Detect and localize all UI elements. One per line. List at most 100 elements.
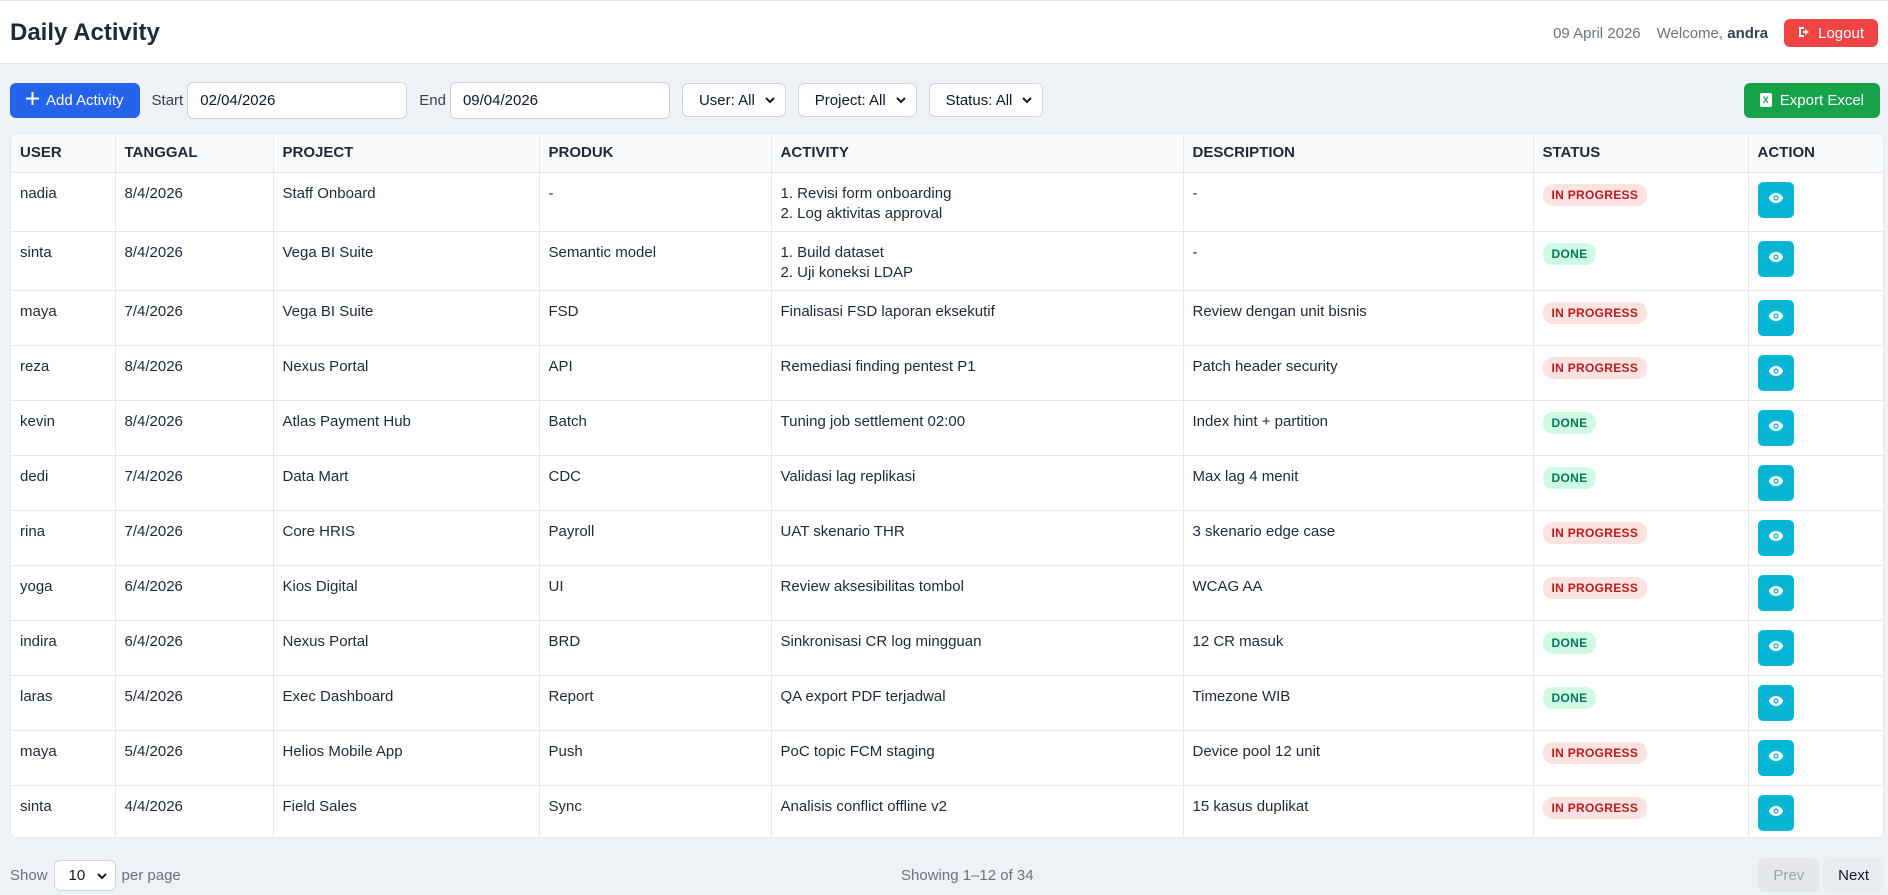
column-header-action: ACTION: [1748, 134, 1883, 173]
cell-user: maya: [11, 290, 116, 346]
cell-activity: Analisis conflict offline v2: [771, 785, 1184, 837]
cell-produk: Payroll: [539, 510, 772, 566]
welcome-text: Welcome, andra: [1657, 25, 1768, 42]
cell-tanggal: 8/4/2026: [115, 172, 274, 232]
activity-line: PoC topic FCM staging: [780, 742, 935, 760]
cell-project: Atlas Payment Hub: [273, 400, 540, 456]
cell-action: [1748, 231, 1883, 291]
start-date-input[interactable]: [187, 81, 408, 119]
cell-produk: Report: [539, 675, 772, 731]
cell-project: Kios Digital: [273, 565, 540, 621]
chevron-down-icon: [765, 93, 775, 107]
cell-status: IN PROGRESS: [1533, 565, 1749, 621]
view-button[interactable]: [1757, 354, 1794, 391]
column-header-description[interactable]: DESCRIPTION: [1183, 134, 1534, 173]
cell-status: IN PROGRESS: [1533, 290, 1749, 346]
status-filter-select[interactable]: Status: All: [928, 83, 1044, 117]
cell-action: [1748, 455, 1883, 511]
cell-description: Timezone WIB: [1183, 675, 1534, 731]
table-row: sinta 4/4/2026 Field Sales Sync Analisis con…: [11, 785, 1883, 837]
table-header-row: USER TANGGAL PROJECT PRODUK ACTIVITY DES…: [11, 134, 1883, 173]
view-button[interactable]: [1757, 181, 1794, 218]
status-badge: DONE: [1542, 411, 1597, 434]
activity-line: 1. Build dataset: [780, 243, 884, 261]
cell-action: [1748, 172, 1883, 232]
per-page-select[interactable]: 10: [53, 859, 116, 891]
column-header-activity[interactable]: ACTIVITY: [771, 134, 1184, 173]
table-row: yoga 6/4/2026 Kios Digital UI Review aksesib…: [11, 565, 1883, 621]
view-button[interactable]: [1757, 409, 1794, 446]
cell-activity: Review aksesibilitas tombol: [771, 565, 1184, 621]
activity-line: Sinkronisasi CR log mingguan: [780, 632, 982, 650]
table-row: laras 5/4/2026 Exec Dashboard Report QA expo…: [11, 675, 1883, 731]
user-filter-value: User: All: [698, 91, 755, 109]
view-button[interactable]: [1757, 299, 1794, 336]
cell-tanggal: 5/4/2026: [115, 730, 274, 786]
plus-icon: [26, 91, 39, 109]
next-page-button[interactable]: Next: [1823, 858, 1884, 892]
column-header-status[interactable]: STATUS: [1533, 134, 1749, 173]
cell-tanggal: 6/4/2026: [115, 565, 274, 621]
cell-action: [1748, 675, 1883, 731]
eye-icon: [1768, 251, 1784, 266]
cell-description: 3 skenario edge case: [1183, 510, 1534, 566]
cell-activity: PoC topic FCM staging: [771, 730, 1184, 786]
top-bar: Daily Activity 09 April 2026 Welcome, an…: [0, 0, 1888, 64]
table-row: sinta 8/4/2026 Vega BI Suite Semantic model…: [11, 231, 1883, 291]
cell-action: [1748, 345, 1883, 401]
column-header-project[interactable]: PROJECT: [273, 134, 540, 173]
cell-project: Nexus Portal: [273, 345, 540, 401]
cell-produk: Batch: [539, 400, 772, 456]
table-row: kevin 8/4/2026 Atlas Payment Hub Batch Tunin…: [11, 400, 1883, 456]
logout-button[interactable]: Logout: [1784, 19, 1878, 47]
page-title: Daily Activity: [10, 19, 160, 46]
cell-description: -: [1183, 231, 1534, 291]
add-activity-button[interactable]: Add Activity: [10, 82, 140, 118]
table-row: reza 8/4/2026 Nexus Portal API Remediasi fin…: [11, 345, 1883, 401]
cell-produk: BRD: [539, 620, 772, 676]
header-right: 09 April 2026 Welcome, andra Logout: [1553, 19, 1878, 47]
export-excel-button[interactable]: X Export Excel: [1743, 82, 1880, 118]
cell-description: Index hint + partition: [1183, 400, 1534, 456]
status-badge: DONE: [1542, 631, 1597, 654]
cell-tanggal: 8/4/2026: [115, 345, 274, 401]
column-header-produk[interactable]: PRODUK: [539, 134, 772, 173]
column-header-tanggal[interactable]: TANGGAL: [115, 134, 274, 173]
view-button[interactable]: [1757, 629, 1794, 666]
status-badge: DONE: [1542, 242, 1597, 265]
view-button[interactable]: [1757, 574, 1794, 611]
cell-status: DONE: [1533, 620, 1749, 676]
cell-user: sinta: [11, 785, 116, 837]
user-filter-select[interactable]: User: All: [681, 83, 786, 117]
cell-action: [1748, 400, 1883, 456]
chevron-down-icon: [1022, 93, 1033, 107]
view-button[interactable]: [1757, 684, 1794, 721]
cell-activity: 1. Revisi form onboarding 2. Log aktivita…: [771, 172, 1184, 232]
activity-line: Remediasi finding pentest P1: [780, 357, 976, 375]
status-badge: IN PROGRESS: [1542, 741, 1648, 764]
table-row: indira 6/4/2026 Nexus Portal BRD Sinkronisas…: [11, 620, 1883, 676]
cell-user: kevin: [11, 400, 116, 456]
cell-user: maya: [11, 730, 116, 786]
end-date-input[interactable]: [449, 81, 670, 119]
status-badge: IN PROGRESS: [1542, 301, 1648, 324]
view-button[interactable]: [1757, 464, 1794, 501]
view-button[interactable]: [1757, 240, 1794, 277]
eye-icon: [1768, 530, 1784, 545]
table-row: dedi 7/4/2026 Data Mart CDC Validasi lag rep…: [11, 455, 1883, 511]
view-button[interactable]: [1757, 739, 1794, 776]
cell-project: Field Sales: [273, 785, 540, 837]
project-filter-select[interactable]: Project: All: [797, 83, 917, 117]
column-header-user[interactable]: USER: [11, 134, 116, 173]
status-badge: DONE: [1542, 686, 1597, 709]
view-button[interactable]: [1757, 794, 1794, 831]
prev-page-button[interactable]: Prev: [1758, 858, 1820, 892]
eye-icon: [1768, 750, 1784, 765]
status-badge: IN PROGRESS: [1542, 796, 1648, 819]
cell-activity: Sinkronisasi CR log mingguan: [771, 620, 1184, 676]
view-button[interactable]: [1757, 519, 1794, 556]
cell-produk: CDC: [539, 455, 772, 511]
cell-activity: Tuning job settlement 02:00: [771, 400, 1184, 456]
cell-action: [1748, 620, 1883, 676]
cell-activity: Validasi lag replikasi: [771, 455, 1184, 511]
